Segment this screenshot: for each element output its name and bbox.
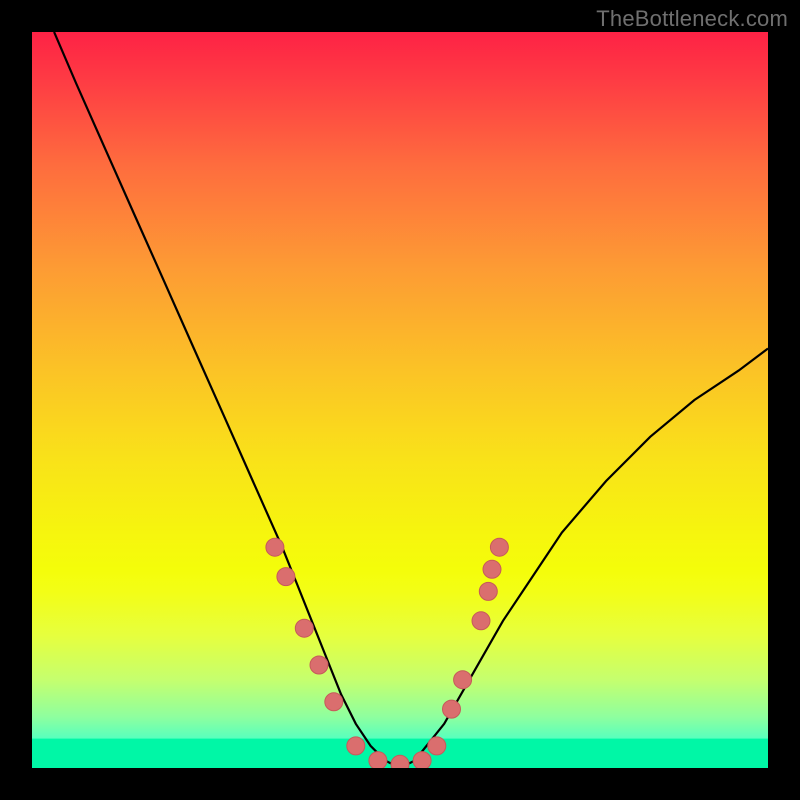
- curve-marker: [479, 582, 497, 600]
- curve-marker: [310, 656, 328, 674]
- curve-marker: [472, 612, 490, 630]
- curve-marker: [266, 538, 284, 556]
- curve-marker: [443, 700, 461, 718]
- curve-marker: [325, 693, 343, 711]
- curve-marker: [347, 737, 365, 755]
- plot-area: [32, 32, 768, 768]
- curve-marker: [391, 755, 409, 768]
- watermark-text: TheBottleneck.com: [596, 6, 788, 32]
- curve-marker: [369, 752, 387, 768]
- curve-marker: [490, 538, 508, 556]
- curve-marker: [483, 560, 501, 578]
- chart-overlay: [32, 32, 768, 768]
- curve-marker: [428, 737, 446, 755]
- curve-marker: [413, 752, 431, 768]
- curve-marker: [295, 619, 313, 637]
- curve-marker: [454, 671, 472, 689]
- curve-markers: [266, 538, 509, 768]
- chart-frame: TheBottleneck.com: [0, 0, 800, 800]
- curve-marker: [277, 568, 295, 586]
- bottleneck-curve: [54, 32, 768, 768]
